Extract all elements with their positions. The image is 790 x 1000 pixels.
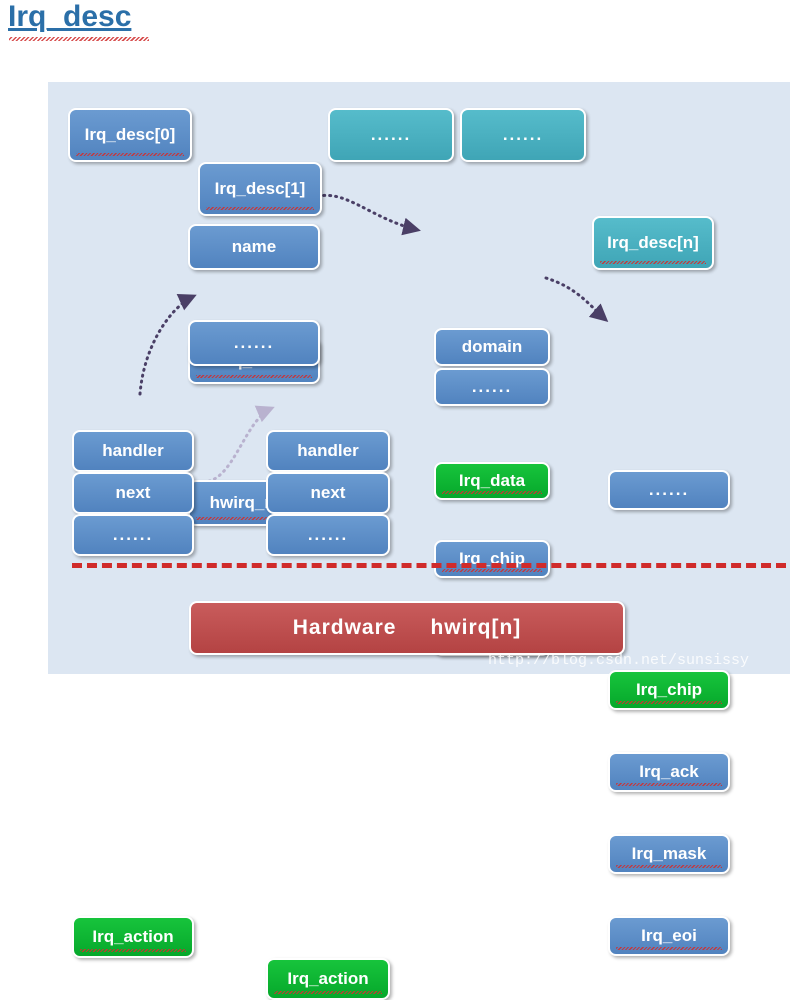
node-irq-data-field-irq-chip[interactable]: Irq_chip xyxy=(434,540,550,578)
node-irq-action-2-handler[interactable]: handler xyxy=(266,430,390,472)
node-irq-data-field-domain[interactable]: domain xyxy=(434,328,550,366)
node-label: ...... xyxy=(502,125,544,144)
node-hardware[interactable]: Hardware hwirq[n] xyxy=(189,601,625,655)
node-irq-action-1-ellipsis[interactable]: ...... xyxy=(72,514,194,556)
node-irq-chip-field-ellipsis[interactable]: ...... xyxy=(608,470,730,510)
node-label: ...... xyxy=(112,525,154,544)
node-label: domain xyxy=(461,337,523,356)
node-label: ...... xyxy=(370,125,412,144)
node-irq-chip-field-irq-ack[interactable]: Irq_ack xyxy=(608,752,730,792)
node-irq-action-2-next[interactable]: next xyxy=(266,472,390,514)
node-irq-data-header[interactable]: Irq_data xyxy=(434,462,550,500)
title-underline-squiggle xyxy=(9,37,149,41)
node-irq-desc-0[interactable]: Irq_desc[0] xyxy=(68,108,192,162)
arrow-layer xyxy=(138,193,609,484)
node-label: handler xyxy=(102,441,164,460)
node-irq-desc-1[interactable]: Irq_desc[1] xyxy=(198,162,322,216)
node-irq-desc-n[interactable]: Irq_desc[n] xyxy=(592,216,714,270)
node-label: Irq_eoi xyxy=(641,926,697,945)
node-label: next xyxy=(310,483,346,502)
node-irq-action-2-ellipsis[interactable]: ...... xyxy=(266,514,390,556)
node-label: Irq_desc[1] xyxy=(214,179,306,198)
diagram-canvas: Irq_desc[0] Irq_desc[1] ...... ...... Ir… xyxy=(48,82,790,1000)
node-label: Irq_ack xyxy=(639,762,699,781)
node-label: Irq_data xyxy=(458,471,526,490)
node-irq-action-1-handler[interactable]: handler xyxy=(72,430,194,472)
node-label: ...... xyxy=(648,480,690,499)
node-label: Irq_mask xyxy=(631,844,707,863)
node-irq-chip-field-irq-eoi[interactable]: Irq_eoi xyxy=(608,916,730,956)
node-label: ...... xyxy=(471,377,513,396)
node-label: Irq_chip xyxy=(635,680,703,699)
node-label: ...... xyxy=(307,525,349,544)
node-desc-field-name[interactable]: name xyxy=(188,224,320,270)
node-irq-action-1-header[interactable]: Irq_action xyxy=(72,916,194,958)
node-irq-data-field-ellipsis[interactable]: ...... xyxy=(434,368,550,406)
node-irq-desc-ellipsis-1[interactable]: ...... xyxy=(328,108,454,162)
node-irq-action-1-next[interactable]: next xyxy=(72,472,194,514)
node-label: handler xyxy=(297,441,359,460)
node-label: Irq_desc[0] xyxy=(84,125,176,144)
node-irq-action-2-header[interactable]: Irq_action xyxy=(266,958,390,1000)
hardware-boundary-divider xyxy=(72,563,786,568)
page-title: Irq_desc xyxy=(8,0,132,33)
node-label: ...... xyxy=(233,333,275,352)
node-irq-chip-header[interactable]: Irq_chip xyxy=(608,670,730,710)
node-label: Irq_desc[n] xyxy=(607,233,699,252)
node-irq-desc-ellipsis-2[interactable]: ...... xyxy=(460,108,586,162)
node-label: Irq_action xyxy=(92,927,174,946)
node-desc-field-ellipsis[interactable]: ...... xyxy=(188,320,320,366)
hardware-value: hwirq[n] xyxy=(430,616,522,639)
node-label: next xyxy=(115,483,151,502)
node-label: Irq_action xyxy=(287,969,369,988)
watermark: http://blog.csdn.net/sunsissy xyxy=(488,652,750,669)
node-irq-chip-field-irq-mask[interactable]: Irq_mask xyxy=(608,834,730,874)
hardware-label: Hardware xyxy=(292,616,397,639)
node-label: name xyxy=(231,237,277,256)
